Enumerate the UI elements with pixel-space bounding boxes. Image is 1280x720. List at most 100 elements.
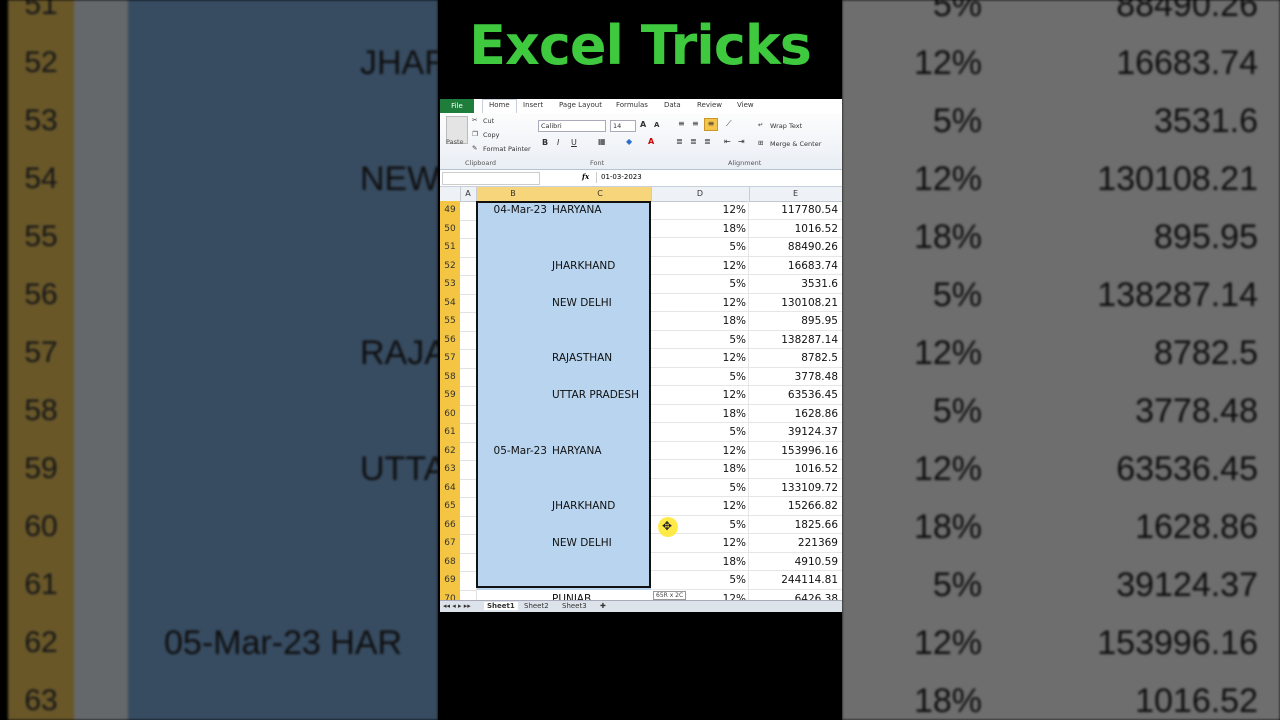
- fill-color-icon[interactable]: ◆: [626, 137, 632, 146]
- cell-e[interactable]: 39124.37: [749, 423, 842, 442]
- wrap-text-button[interactable]: Wrap Text: [770, 122, 802, 130]
- tab-home[interactable]: Home: [482, 99, 517, 113]
- merge-center-icon[interactable]: ⊞: [758, 139, 763, 147]
- cell-e[interactable]: 138287.14: [749, 331, 842, 349]
- cell-b[interactable]: [477, 256, 549, 275]
- cell-d[interactable]: 5%: [651, 238, 749, 257]
- row-number[interactable]: 51: [440, 238, 460, 258]
- increase-indent-icon[interactable]: ⇥: [738, 137, 745, 146]
- cell-a[interactable]: [460, 404, 477, 424]
- cell-c[interactable]: [549, 219, 651, 238]
- cell-d[interactable]: 12%: [651, 256, 749, 275]
- cell-e[interactable]: 16683.74: [749, 257, 842, 275]
- cell-d[interactable]: 12%: [651, 349, 749, 368]
- cell-d[interactable]: 18%: [651, 404, 749, 423]
- cell-b[interactable]: [477, 367, 549, 386]
- insert-sheet-icon[interactable]: ✚: [600, 602, 606, 610]
- cell-d[interactable]: 5%: [651, 330, 749, 349]
- row-number[interactable]: 52: [440, 256, 460, 276]
- cell-c[interactable]: [549, 571, 651, 590]
- cell-e[interactable]: 1825.66: [749, 516, 842, 534]
- cell-b[interactable]: [477, 497, 549, 516]
- cell-d[interactable]: 18%: [651, 460, 749, 479]
- row-number[interactable]: 66: [440, 515, 460, 535]
- cell-c[interactable]: [549, 478, 651, 497]
- cell-b[interactable]: [477, 275, 549, 294]
- cell-e[interactable]: 244114.81: [749, 571, 842, 590]
- sheet-tab-3[interactable]: Sheet3: [562, 602, 587, 610]
- cell-e[interactable]: 3531.6: [749, 275, 842, 294]
- row-number[interactable]: 53: [440, 275, 460, 295]
- cell-d[interactable]: 5%: [651, 275, 749, 294]
- cell-c[interactable]: [549, 515, 651, 534]
- cell-b[interactable]: [477, 534, 549, 553]
- copy-button[interactable]: Copy: [483, 131, 500, 139]
- cell-c[interactable]: [549, 404, 651, 423]
- cell-e[interactable]: 153996.16: [749, 442, 842, 460]
- grow-font-icon[interactable]: A: [640, 120, 646, 129]
- fx-icon[interactable]: fx: [582, 172, 589, 181]
- cell-a[interactable]: [460, 386, 477, 406]
- cell-d[interactable]: 18%: [651, 219, 749, 238]
- cell-c[interactable]: RAJASTHAN: [549, 349, 651, 368]
- cell-a[interactable]: [460, 367, 477, 387]
- row-number[interactable]: 57: [440, 349, 460, 369]
- cell-d[interactable]: 5%: [651, 423, 749, 442]
- cell-c[interactable]: NEW DELHI: [549, 534, 651, 553]
- tab-review[interactable]: Review: [697, 101, 722, 109]
- cell-c[interactable]: [549, 312, 651, 331]
- cell-b[interactable]: [477, 515, 549, 534]
- cell-d[interactable]: 12%: [651, 441, 749, 460]
- cell-e[interactable]: 15266.82: [749, 497, 842, 516]
- cell-a[interactable]: [460, 497, 477, 517]
- font-name-box[interactable]: Calibri: [538, 120, 606, 132]
- cell-c[interactable]: [549, 238, 651, 257]
- borders-icon[interactable]: ▦: [598, 137, 606, 146]
- copy-icon[interactable]: ❐: [472, 130, 478, 138]
- row-number[interactable]: 60: [440, 404, 460, 424]
- cell-d[interactable]: 12%: [651, 386, 749, 405]
- cell-a[interactable]: [460, 423, 477, 443]
- name-box[interactable]: [442, 172, 540, 185]
- cell-e[interactable]: 1016.52: [749, 460, 842, 479]
- cell-b[interactable]: [477, 478, 549, 497]
- sheet-tab-2[interactable]: Sheet2: [524, 602, 549, 610]
- row-number[interactable]: 55: [440, 312, 460, 332]
- cut-button[interactable]: Cut: [483, 117, 494, 125]
- cell-c[interactable]: [549, 552, 651, 571]
- cell-d[interactable]: 18%: [651, 552, 749, 571]
- cell-b[interactable]: 04-Mar-23: [477, 201, 549, 220]
- row-number[interactable]: 49: [440, 201, 460, 221]
- merge-center-button[interactable]: Merge & Center: [770, 140, 821, 148]
- cell-a[interactable]: [460, 515, 477, 535]
- cell-b[interactable]: 05-Mar-23: [477, 441, 549, 460]
- cell-c[interactable]: UTTAR PRADESH: [549, 386, 651, 405]
- cell-c[interactable]: HARYANA: [549, 201, 651, 220]
- sheet-nav-icon[interactable]: ◂◂ ◂ ▸ ▸▸: [443, 602, 471, 610]
- cell-c[interactable]: [549, 423, 651, 442]
- cell-b[interactable]: [477, 404, 549, 423]
- col-header-b[interactable]: B: [477, 187, 550, 201]
- cell-b[interactable]: [477, 293, 549, 312]
- bold-button[interactable]: B: [542, 138, 548, 147]
- cell-e[interactable]: 8782.5: [749, 349, 842, 368]
- cell-b[interactable]: [477, 219, 549, 238]
- cell-a[interactable]: [460, 441, 477, 461]
- wrap-text-icon[interactable]: ↵: [758, 121, 763, 129]
- cell-a[interactable]: [460, 330, 477, 350]
- row-number[interactable]: 64: [440, 478, 460, 498]
- cell-a[interactable]: [460, 256, 477, 276]
- cell-d[interactable]: 5%: [651, 571, 749, 590]
- tab-insert[interactable]: Insert: [523, 101, 543, 109]
- cell-a[interactable]: [460, 571, 477, 591]
- sheet-tab-1[interactable]: Sheet1: [484, 602, 518, 610]
- select-all-corner[interactable]: [440, 187, 461, 201]
- cell-e[interactable]: 117780.54: [749, 201, 842, 220]
- row-number[interactable]: 67: [440, 534, 460, 554]
- cell-c[interactable]: HARYANA: [549, 441, 651, 460]
- cell-b[interactable]: [477, 552, 549, 571]
- cell-b[interactable]: [477, 386, 549, 405]
- cell-a[interactable]: [460, 293, 477, 313]
- cell-b[interactable]: [477, 330, 549, 349]
- cell-a[interactable]: [460, 312, 477, 332]
